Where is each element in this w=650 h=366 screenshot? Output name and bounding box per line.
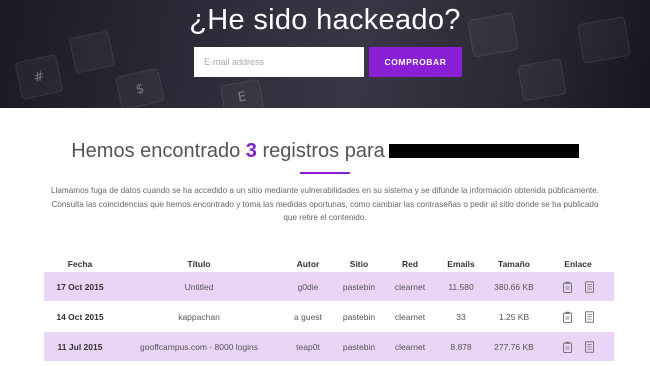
cell-enlace <box>542 280 614 293</box>
hero-banner: # $ E ¿He sido hackeado? COMPROBAR <box>0 0 650 108</box>
clipboard-icon[interactable] <box>561 281 573 293</box>
keyboard-key-decoration: # <box>14 54 64 100</box>
clipboard-icon[interactable] <box>561 311 573 323</box>
keyboard-key-decoration: $ <box>114 67 166 108</box>
cell-emails: 11.580 <box>448 281 474 292</box>
cell-titulo: gooffcampus.com - 8000 logins <box>140 341 258 352</box>
table-header: Fecha Título Autor Sitio Red Emails Tama… <box>44 256 614 272</box>
col-header-autor: Autor <box>296 259 320 269</box>
cell-fecha: 17 Oct 2015 <box>56 281 104 292</box>
cell-tamano: 277.76 KB <box>494 341 534 352</box>
breaches-table: Fecha Título Autor Sitio Red Emails Tama… <box>44 256 614 361</box>
col-header-titulo: Título <box>187 259 211 269</box>
cell-autor: g0die <box>297 281 319 292</box>
document-icon[interactable] <box>583 340 595 353</box>
col-header-enlace: Enlace <box>564 259 592 269</box>
check-button[interactable]: COMPROBAR <box>369 47 462 77</box>
col-header-fecha: Fecha <box>67 259 93 269</box>
cell-red: clearnet <box>394 281 426 292</box>
cell-tamano: 1.25 KB <box>498 311 530 322</box>
clipboard-icon[interactable] <box>561 341 573 353</box>
cell-red: clearnet <box>394 341 426 352</box>
cell-sitio: pastebin <box>342 281 376 292</box>
results-heading: Hemos encontrado 3 registros para <box>0 140 650 163</box>
cell-emails: 8.878 <box>450 341 472 352</box>
cell-fecha: 14 Oct 2015 <box>56 311 104 322</box>
col-header-sitio: Sitio <box>349 259 369 269</box>
heading-divider <box>300 172 350 174</box>
cell-autor: a guest <box>294 311 322 322</box>
cell-enlace <box>542 340 614 353</box>
cell-titulo: Untitled <box>184 281 214 292</box>
table-row: 11 Jul 2015 gooffcampus.com - 8000 login… <box>44 332 614 361</box>
keyboard-key-decoration: E <box>219 78 265 108</box>
table-row: 17 Oct 2015 Untitled g0die pastebin clea… <box>44 272 614 301</box>
col-header-red: Red <box>401 259 419 269</box>
heading-suffix: registros para <box>262 140 385 162</box>
cell-titulo: kappachan <box>178 311 220 322</box>
heading-prefix: Hemos encontrado <box>71 140 241 162</box>
keyboard-key-decoration <box>517 58 567 102</box>
email-search-input[interactable] <box>194 47 364 77</box>
cell-enlace <box>542 310 614 323</box>
cell-autor: teap0t <box>296 341 320 352</box>
results-description: Llamamos fuga de datos cuando se ha acce… <box>51 186 599 222</box>
cell-sitio: pastebin <box>342 341 376 352</box>
cell-red: clearnet <box>394 311 426 322</box>
document-icon[interactable] <box>583 280 595 293</box>
cell-fecha: 11 Jul 2015 <box>57 341 103 352</box>
results-count: 3 <box>245 140 257 162</box>
table-row: 14 Oct 2015 kappachan a guest pastebin c… <box>44 302 614 331</box>
document-icon[interactable] <box>583 310 595 323</box>
page-title: ¿He sido hackeado? <box>189 4 461 36</box>
cell-tamano: 380.66 KB <box>494 281 534 292</box>
redacted-email <box>388 144 579 158</box>
col-header-emails: Emails <box>447 259 475 269</box>
cell-sitio: pastebin <box>342 311 376 322</box>
col-header-tamano: Tamaño <box>498 259 530 269</box>
cell-emails: 33 <box>456 311 466 322</box>
